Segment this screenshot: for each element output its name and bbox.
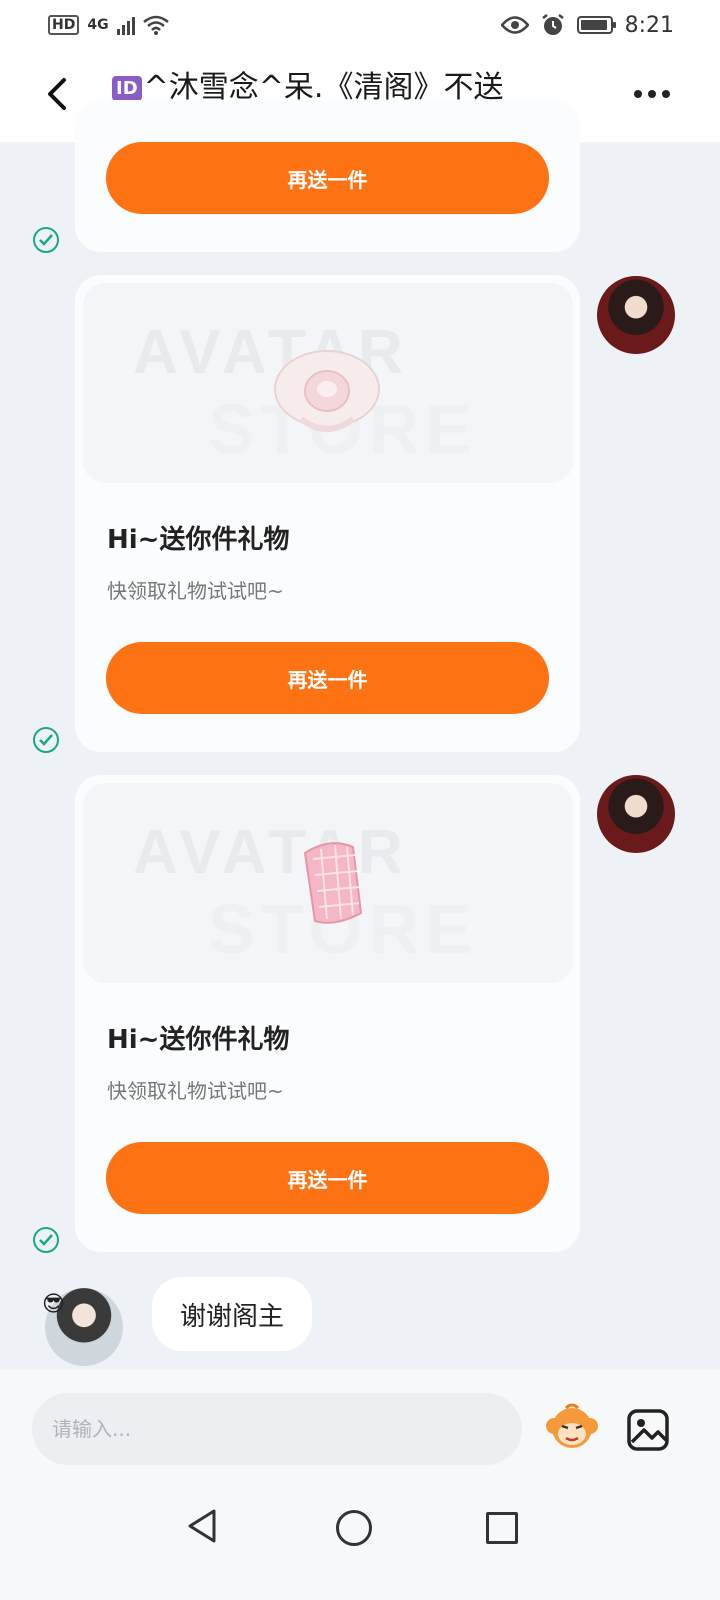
system-nav-bar: [0, 1480, 720, 1600]
eye-icon: [500, 16, 529, 34]
gift-card: AVATAR STORE Hi~送你件礼物 快领取礼物试试吧~ 再送一件: [75, 275, 580, 752]
send-again-button[interactable]: 再送一件: [106, 1142, 549, 1214]
gift-card: AVATAR STORE Hi~送你件礼物 快领取礼物试试吧~ 再送一件: [75, 775, 580, 1252]
message-input[interactable]: [32, 1393, 522, 1465]
sender-avatar[interactable]: [597, 276, 675, 354]
image-icon[interactable]: [626, 1408, 670, 1452]
gift-title: Hi~送你件礼物: [107, 525, 290, 555]
sender-avatar[interactable]: [597, 775, 675, 853]
nav-home-icon[interactable]: [336, 1510, 372, 1546]
watermark-text: AVATAR: [133, 818, 409, 887]
alarm-icon: [541, 14, 564, 35]
send-again-button[interactable]: 再送一件: [106, 642, 549, 714]
monkey-emoji-icon[interactable]: [544, 1400, 600, 1456]
input-bar: [0, 1370, 720, 1480]
gift-subtitle: 快领取礼物试试吧~: [107, 1079, 284, 1103]
signal-icon: [116, 15, 135, 35]
nav-back-icon[interactable]: [186, 1508, 218, 1544]
gift-image-area[interactable]: AVATAR STORE: [83, 283, 573, 483]
nav-recent-apps-icon[interactable]: [486, 1512, 518, 1544]
message-text: 谢谢阁主: [180, 1301, 285, 1332]
wifi-icon: [142, 15, 169, 35]
sent-check-icon: [33, 1227, 59, 1253]
battery-icon: [576, 16, 616, 34]
gift-subtitle: 快领取礼物试试吧~: [107, 579, 284, 603]
more-options-icon[interactable]: [634, 90, 670, 98]
status-time: 8:21: [624, 12, 674, 38]
status-bar: HD 4G 8:21: [0, 0, 720, 50]
send-again-button[interactable]: 再送一件: [106, 142, 549, 214]
gift-title: Hi~送你件礼物: [107, 1025, 290, 1055]
pacifier-icon: [274, 350, 380, 432]
back-icon[interactable]: [38, 74, 78, 114]
gift-card: 再送一件: [75, 100, 580, 252]
sunglasses-emoji-icon: 😎: [42, 1292, 65, 1317]
message-bubble[interactable]: 谢谢阁主: [152, 1277, 313, 1351]
id-badge: ID: [112, 76, 142, 101]
network-type: 4G: [87, 17, 109, 33]
sent-check-icon: [33, 227, 59, 253]
pink-pillow-icon: [303, 842, 363, 924]
hd-badge: HD: [48, 15, 80, 35]
gift-image-area[interactable]: AVATAR STORE: [83, 783, 573, 983]
sent-check-icon: [33, 727, 59, 753]
